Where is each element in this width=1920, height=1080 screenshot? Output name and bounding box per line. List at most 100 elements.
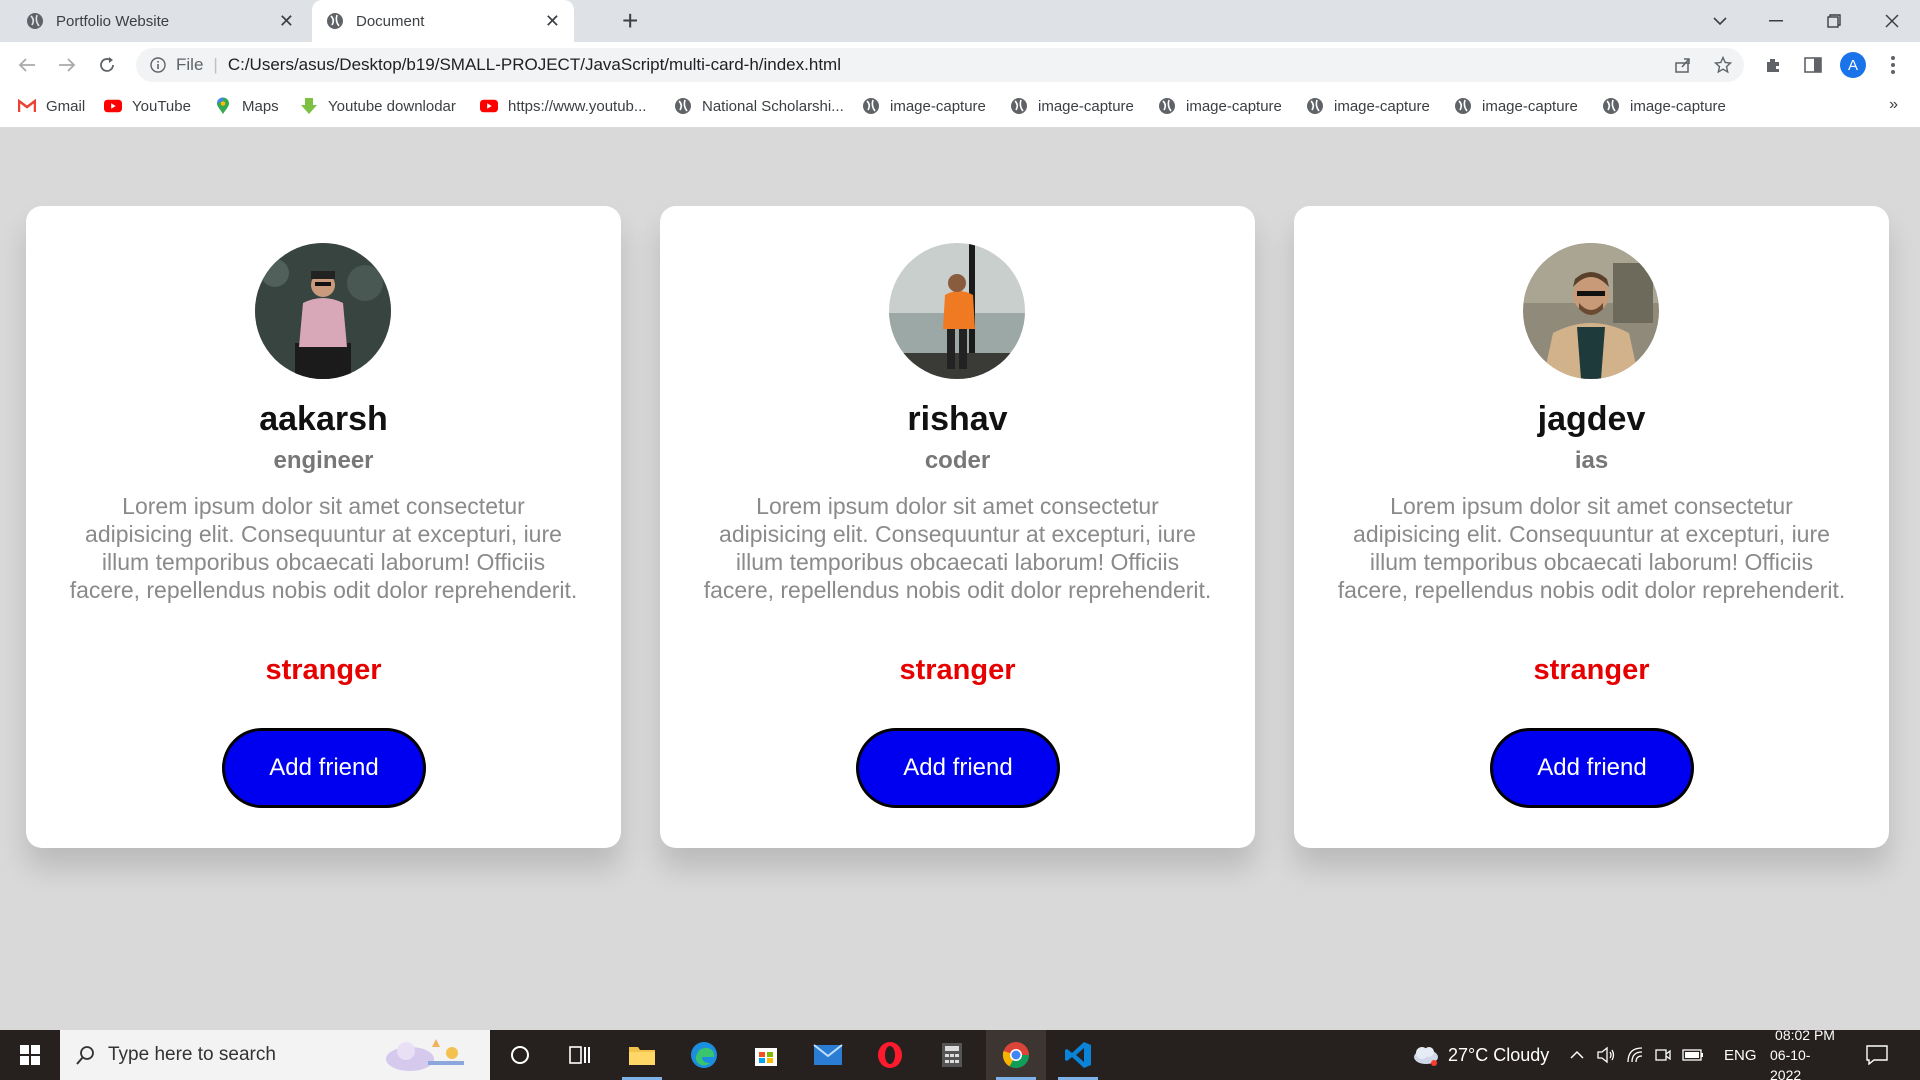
windows-start-button[interactable] bbox=[0, 1030, 60, 1080]
share-icon[interactable] bbox=[1668, 50, 1698, 80]
chevron-up-icon[interactable] bbox=[1570, 1050, 1584, 1060]
tab-title: Document bbox=[356, 12, 425, 30]
profile-initial: A bbox=[1840, 52, 1866, 78]
address-bar[interactable]: File | C:/Users/asus/Desktop/b19/SMALL-P… bbox=[136, 48, 1744, 82]
bookmark-youtube[interactable]: YouTube bbox=[104, 88, 191, 124]
avatar bbox=[1523, 243, 1659, 379]
bookmark-image-capture[interactable]: image-capture bbox=[1306, 88, 1430, 124]
store-icon bbox=[755, 1048, 777, 1066]
search-placeholder: Type here to search bbox=[108, 1044, 276, 1065]
opera-button[interactable] bbox=[860, 1030, 920, 1080]
tab-close-icon[interactable]: ✕ bbox=[545, 11, 560, 32]
tab-document[interactable]: Document ✕ bbox=[312, 0, 574, 42]
clock[interactable]: 08:02 PM 06-10-2022 bbox=[1770, 1027, 1840, 1080]
mail-button[interactable] bbox=[798, 1030, 858, 1080]
url-text[interactable]: C:/Users/asus/Desktop/b19/SMALL-PROJECT/… bbox=[228, 55, 841, 75]
bookmark-label: Youtube downlodar bbox=[328, 97, 456, 115]
notifications-button[interactable] bbox=[1866, 1030, 1888, 1080]
search-highlight-icon bbox=[386, 1039, 464, 1071]
globe-icon bbox=[674, 97, 692, 115]
bookmark-image-capture[interactable]: image-capture bbox=[1158, 88, 1282, 124]
bookmark-image-capture[interactable]: image-capture bbox=[1454, 88, 1578, 124]
card-name: jagdev bbox=[1537, 400, 1646, 438]
file-explorer-button[interactable] bbox=[612, 1030, 672, 1080]
globe-icon bbox=[27, 13, 43, 29]
youtube-icon bbox=[480, 97, 498, 115]
store-button[interactable] bbox=[736, 1030, 796, 1080]
calculator-button[interactable] bbox=[922, 1030, 982, 1080]
forward-button[interactable] bbox=[52, 50, 82, 80]
chrome-button[interactable] bbox=[986, 1030, 1046, 1080]
bookmark-label: image-capture bbox=[1630, 97, 1726, 115]
globe-icon bbox=[327, 13, 343, 29]
bookmark-label: YouTube bbox=[132, 97, 191, 115]
address-separator: | bbox=[213, 55, 218, 74]
card-name: aakarsh bbox=[259, 400, 388, 438]
tab-strip: Portfolio Website ✕ Document ✕ + bbox=[0, 0, 1920, 42]
bookmarks-bar: Gmail YouTube Maps Youtube downlodar htt… bbox=[0, 88, 1920, 128]
bookmark-star-icon[interactable] bbox=[1708, 50, 1738, 80]
back-button[interactable] bbox=[12, 50, 42, 80]
bookmark-image-capture[interactable]: image-capture bbox=[1602, 88, 1726, 124]
profile-card: aakarsh engineer Lorem ipsum dolor sit a… bbox=[26, 206, 621, 848]
back-arrow-icon bbox=[18, 58, 35, 72]
bookmark-label: image-capture bbox=[1038, 97, 1134, 115]
reload-button[interactable] bbox=[92, 50, 122, 80]
windows-logo-icon bbox=[20, 1045, 40, 1065]
bookmarks-overflow-chevron-icon[interactable]: » bbox=[1889, 96, 1898, 114]
battery-icon[interactable] bbox=[1682, 1048, 1704, 1062]
reload-icon bbox=[100, 57, 114, 72]
maps-icon bbox=[214, 97, 232, 115]
restore-button[interactable] bbox=[1806, 0, 1862, 42]
bookmark-label: image-capture bbox=[1334, 97, 1430, 115]
info-icon[interactable] bbox=[150, 57, 166, 73]
tab-portfolio-website[interactable]: Portfolio Website ✕ bbox=[12, 0, 308, 42]
globe-icon bbox=[1158, 97, 1176, 115]
taskbar-search-box[interactable]: Type here to search bbox=[60, 1030, 490, 1080]
meet-now-icon[interactable] bbox=[1654, 1046, 1672, 1064]
tab-search-chevron-icon[interactable] bbox=[1692, 0, 1748, 42]
add-friend-button[interactable]: Add friend bbox=[222, 728, 426, 808]
bookmark-youtube-downlodar[interactable]: Youtube downlodar bbox=[300, 88, 456, 124]
extensions-icon[interactable] bbox=[1758, 50, 1788, 80]
speaker-icon[interactable] bbox=[1596, 1046, 1616, 1064]
add-friend-button[interactable]: Add friend bbox=[1490, 728, 1694, 808]
bookmark-image-capture[interactable]: image-capture bbox=[862, 88, 986, 124]
cortana-button[interactable] bbox=[490, 1030, 550, 1080]
card-description: Lorem ipsum dolor sit amet consectetur a… bbox=[1337, 493, 1846, 603]
bookmark-maps[interactable]: Maps bbox=[214, 88, 279, 124]
close-window-button[interactable] bbox=[1864, 0, 1920, 42]
bookmark-national-scholarship[interactable]: National Scholarshi... bbox=[674, 88, 844, 124]
globe-icon bbox=[1454, 97, 1472, 115]
clock-date: 06-10-2022 bbox=[1770, 1047, 1811, 1080]
globe-icon bbox=[862, 97, 880, 115]
network-icon[interactable] bbox=[1626, 1046, 1644, 1064]
language-indicator[interactable]: ENG bbox=[1724, 1030, 1757, 1080]
friend-status: stranger bbox=[265, 654, 382, 686]
globe-icon bbox=[1602, 97, 1620, 115]
profile-avatar[interactable]: A bbox=[1838, 50, 1868, 80]
bookmark-gmail[interactable]: Gmail bbox=[18, 88, 85, 124]
card-role: ias bbox=[1574, 447, 1609, 474]
menu-kebab-icon[interactable] bbox=[1878, 50, 1908, 80]
avatar bbox=[255, 243, 391, 379]
card-name: rishav bbox=[907, 400, 1008, 438]
bookmark-label: Gmail bbox=[46, 97, 86, 115]
vscode-icon bbox=[1065, 1042, 1091, 1068]
friend-status: stranger bbox=[899, 654, 1016, 686]
new-tab-button[interactable]: + bbox=[622, 6, 638, 36]
vscode-button[interactable] bbox=[1048, 1030, 1108, 1080]
profile-card: jagdev ias Lorem ipsum dolor sit amet co… bbox=[1294, 206, 1889, 848]
search-icon bbox=[76, 1046, 94, 1065]
tab-close-icon[interactable]: ✕ bbox=[279, 11, 294, 32]
weather-widget[interactable]: 27°C Cloudy bbox=[1410, 1030, 1549, 1080]
bookmark-label: image-capture bbox=[1482, 97, 1578, 115]
clock-time: 08:02 PM bbox=[1775, 1027, 1835, 1043]
bookmark-image-capture[interactable]: image-capture bbox=[1010, 88, 1134, 124]
minimize-button[interactable] bbox=[1748, 0, 1804, 42]
edge-button[interactable] bbox=[674, 1030, 734, 1080]
add-friend-button[interactable]: Add friend bbox=[856, 728, 1060, 808]
task-view-button[interactable] bbox=[550, 1030, 610, 1080]
bookmark-youtube-link[interactable]: https://www.youtub... bbox=[480, 88, 646, 124]
side-panel-icon[interactable] bbox=[1798, 50, 1828, 80]
